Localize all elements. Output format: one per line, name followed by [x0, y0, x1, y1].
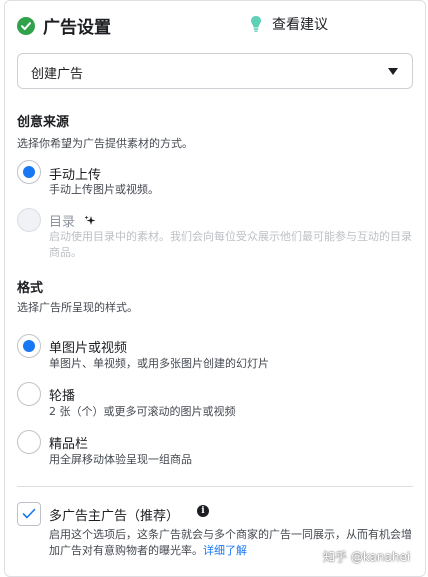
- option-label-collection: 精品栏: [49, 437, 89, 452]
- option-label-catalog: 目录: [49, 215, 76, 230]
- option-label-carousel: 轮播: [49, 389, 76, 404]
- dropdown-selected-value: 创建广告: [31, 67, 84, 82]
- checkmark-icon: [22, 508, 36, 519]
- creative-source-title: 创意来源: [17, 115, 70, 130]
- divider: [17, 486, 413, 487]
- multi-advertiser-checkbox[interactable]: [17, 502, 41, 526]
- radio-single-image-video[interactable]: [17, 334, 41, 358]
- option-desc-carousel: 2 张（个）或更多可滚动的图片或视频: [49, 405, 236, 418]
- radio-manual-upload[interactable]: [17, 160, 41, 184]
- radio-carousel[interactable]: [17, 382, 41, 406]
- radio-collection[interactable]: [17, 430, 41, 454]
- format-description: 选择广告所呈现的样式。: [17, 301, 138, 314]
- format-title: 格式: [17, 281, 44, 296]
- option-desc-collection: 用全屏移动体验呈现一组商品: [49, 453, 192, 466]
- caret-down-icon: [388, 68, 398, 75]
- watermark: 知乎 @kanahei: [323, 550, 411, 564]
- info-icon[interactable]: i: [197, 505, 209, 517]
- learn-more-link[interactable]: 详细了解: [203, 544, 247, 557]
- option-label-single-image-video: 单图片或视频: [49, 341, 128, 356]
- sparkle-icon: [84, 215, 96, 225]
- option-label-manual-upload: 手动上传: [49, 168, 102, 183]
- option-desc-catalog: 启动使用目录中的素材。我们会向每位受众展示他们最可能参与互动的目录商品。: [49, 230, 412, 259]
- lightbulb-icon: [251, 16, 261, 32]
- option-desc-manual-upload: 手动上传图片或视频。: [49, 183, 159, 196]
- page-title: 广告设置: [43, 18, 111, 38]
- option-desc-single-image-video: 单图片、单视频，或用多张图片创建的幻灯片: [49, 357, 269, 370]
- ad-type-dropdown[interactable]: 创建广告: [17, 53, 413, 89]
- option-label-catalog-row: 目录: [49, 211, 96, 230]
- ad-settings-panel: 广告设置 查看建议 创建广告 创意来源 选择你希望为广告提供素材的方式。 手动上…: [4, 0, 426, 577]
- check-circle-icon: [17, 17, 35, 35]
- view-tips-link[interactable]: 查看建议: [250, 13, 328, 35]
- view-tips-label: 查看建议: [272, 17, 328, 33]
- panel-header: 广告设置 查看建议: [17, 11, 417, 39]
- multi-advertiser-label: 多广告主广告（推荐）: [49, 509, 180, 524]
- radio-catalog[interactable]: [17, 208, 41, 232]
- creative-source-description: 选择你希望为广告提供素材的方式。: [17, 137, 193, 150]
